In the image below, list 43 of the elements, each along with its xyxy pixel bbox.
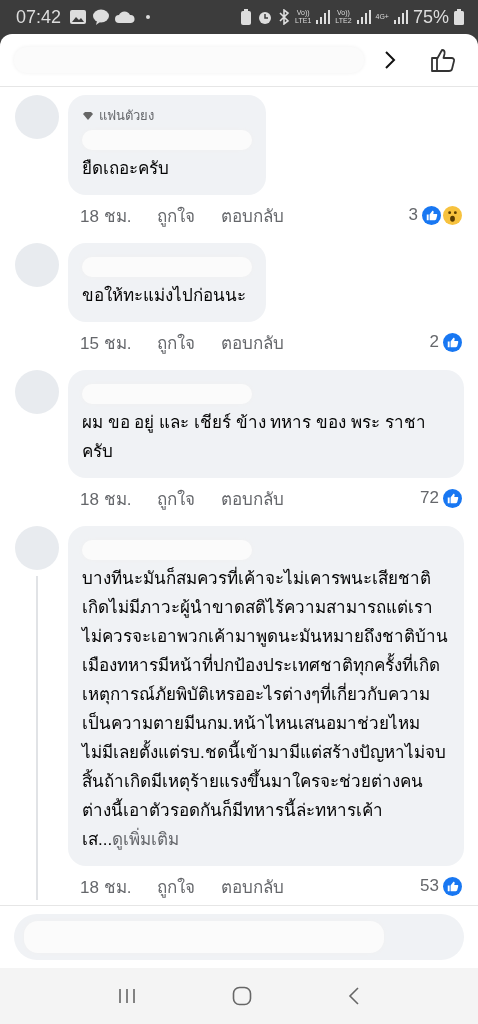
chevron-right-icon[interactable] (384, 50, 396, 70)
battery-level: 75% (412, 6, 449, 28)
recent-apps-icon[interactable] (118, 988, 136, 1004)
like-reaction-icon (422, 205, 441, 225)
comment-text: ยืดเถอะครับ (82, 158, 170, 180)
wow-reaction-icon (443, 205, 462, 225)
thumbs-up-icon[interactable] (430, 47, 456, 73)
diamond-icon (82, 110, 94, 121)
reply-link[interactable]: ตอบกลับ (221, 201, 285, 229)
image-icon (69, 9, 88, 25)
reply-link[interactable]: ตอบกลับ (221, 872, 285, 900)
notification-dot-icon (146, 15, 151, 19)
like-link[interactable]: ถูกใจ (157, 328, 196, 356)
comment-time: 18 ชม. (80, 488, 132, 511)
comment-text: ผม ขอ อยู่ และ เชียร์ ข้าง ทหาร ของ พระ ราชา ครับ (82, 412, 427, 463)
like-reaction-icon (443, 332, 462, 352)
clock: 07:42 (16, 6, 62, 28)
comment-time: 18 ชม. (80, 205, 132, 228)
reply-link[interactable]: ตอบกลับ (221, 328, 285, 356)
reaction-count: 53 (420, 876, 439, 896)
comment-time: 15 ชม. (80, 332, 132, 355)
comment-text: บางทีนะมันก็สมควรที่เค้าจะไม่เคารพนะเสียชาติเกิดไม่มีภาวะผู้นำขาดสติไร้ความสามารถแต่เราไม่ควรจะเอาพวกเค้ามาพูดนะมันหมายถึงชาติบ้านเมืองทหารมีหน้าที่ปกป้องประเทศชาติทุกครั้งที่เกิดเหตุการณ์ภัยพิบัติเหรออะไรต่างๆที่เกี่ยวกับความเป็นความตายมีนกม.หน้าไหนเสนอมาช่วยไหมไม่มีเลยตั้งแต่รบ.ชดนี้เข้ามามีแต่สร้างปัญหาไม่จบสิ้นถ้าเกิดมีเหตุร้ายแรงขึ้นมาใครจะช่วยต่างคนต่างนี้เอาตัวรอดกันก็มีทหารนี้ล่ะทหารเค้าเส...ดูเพิ่มเติม (82, 564, 450, 854)
like-reaction-icon (443, 876, 462, 896)
reaction-count: 3 (408, 205, 418, 225)
cloud-icon (115, 10, 136, 24)
like-link[interactable]: ถูกใจ (157, 484, 196, 512)
like-reaction-icon (443, 488, 462, 508)
like-link[interactable]: ถูกใจ (157, 201, 196, 229)
like-link[interactable]: ถูกใจ (157, 872, 196, 900)
signal-icon (356, 10, 371, 24)
chat-bubble-icon (92, 9, 111, 25)
reply-link[interactable]: ตอบกลับ (221, 484, 285, 512)
comment-time: 18 ชม. (80, 876, 132, 899)
battery-icon (454, 9, 464, 25)
fan-label: แฟนตัวยง (99, 107, 154, 125)
signal-icon (393, 10, 408, 24)
reaction-count: 2 (429, 332, 439, 352)
signal-icon (316, 10, 331, 24)
home-icon[interactable] (232, 986, 252, 1006)
reaction-count: 72 (420, 488, 439, 508)
bluetooth-icon (278, 9, 291, 25)
back-icon[interactable] (348, 987, 360, 1005)
comment-text: ขอให้ทะแม่งไปก่อนนะ (82, 284, 247, 307)
